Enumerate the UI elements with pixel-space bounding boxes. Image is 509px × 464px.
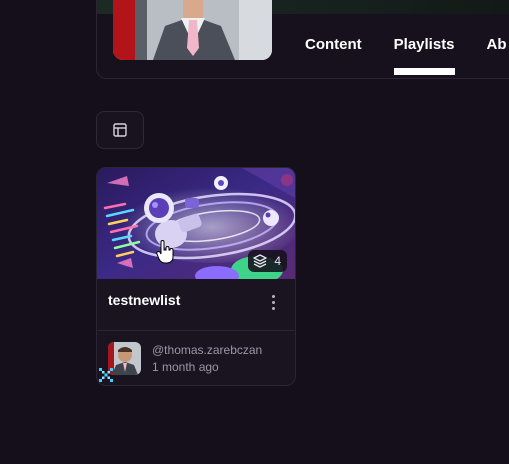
tab-playlists[interactable]: Playlists <box>393 36 471 76</box>
card-divider <box>97 330 295 331</box>
channel-tabs: Content Playlists Ab <box>305 36 509 76</box>
playlist-thumbnail[interactable]: 4 <box>97 168 295 279</box>
tab-content[interactable]: Content <box>305 36 378 76</box>
playlist-item-count: 4 <box>274 254 281 268</box>
more-options-button[interactable] <box>265 292 281 312</box>
layers-icon <box>253 254 267 268</box>
more-vertical-icon <box>271 294 275 298</box>
channel-header: Content Playlists Ab <box>96 0 509 79</box>
playlist-card[interactable]: 4 testnewlist @thomas.zarebczan 1 month … <box>96 167 296 386</box>
author-handle[interactable]: @thomas.zarebczan <box>152 343 262 357</box>
playlist-count-badge: 4 <box>248 250 287 272</box>
playlist-title[interactable]: testnewlist <box>108 292 180 308</box>
updated-time: 1 month ago <box>152 360 219 374</box>
creator-badge-icon <box>99 368 113 382</box>
layout-icon <box>113 123 127 137</box>
tab-about[interactable]: Ab <box>487 36 509 76</box>
channel-avatar[interactable] <box>113 0 272 60</box>
channel-page: Content Playlists Ab 4 testnewlist @thom… <box>0 0 509 464</box>
layout-toggle-button[interactable] <box>96 111 144 149</box>
